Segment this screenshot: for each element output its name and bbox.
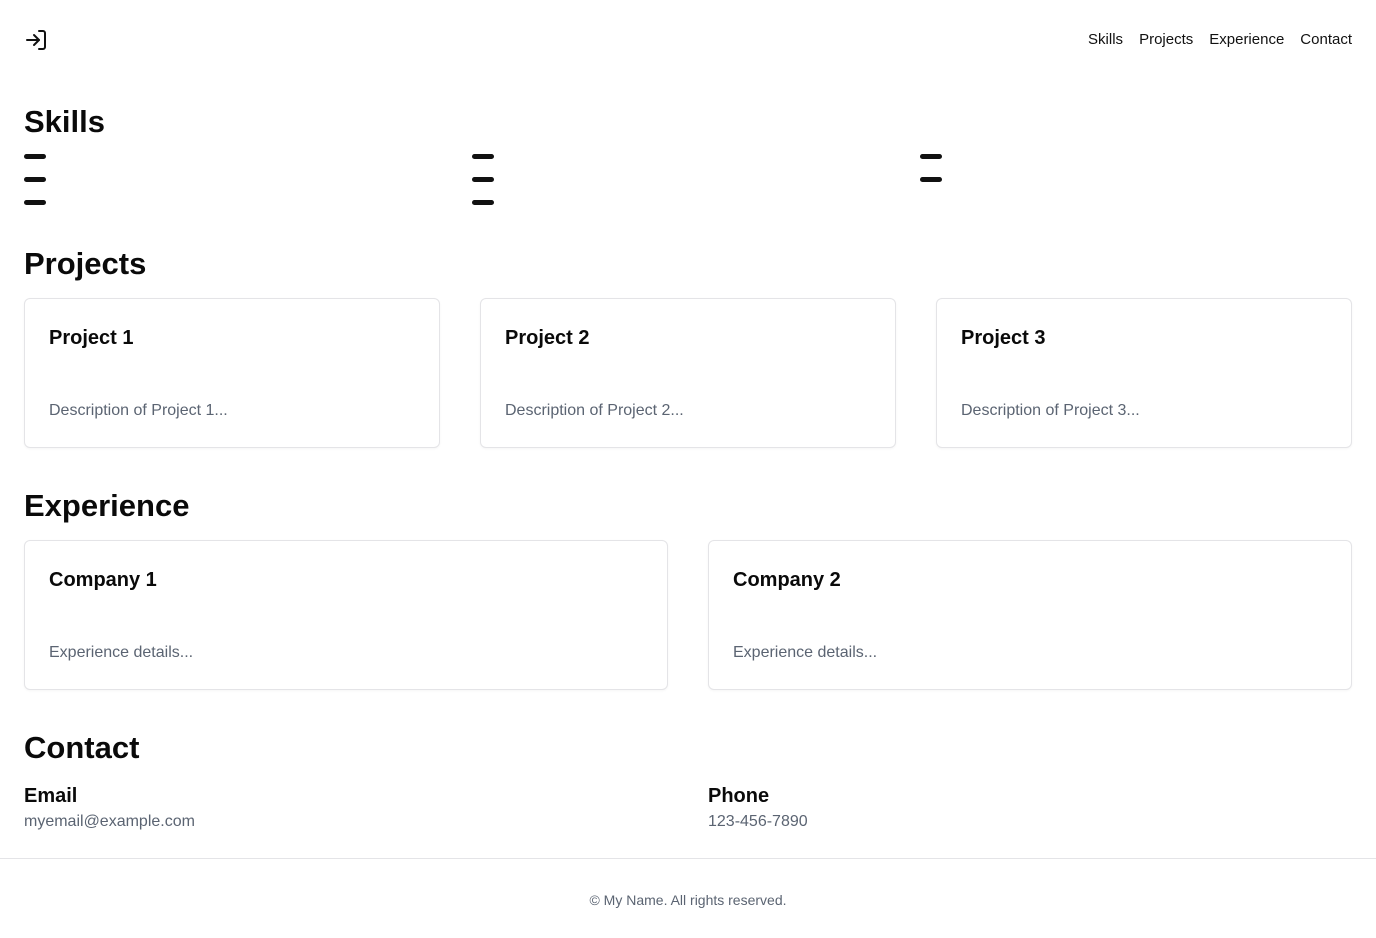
phone-label: Phone: [708, 785, 770, 807]
nav-link-contact[interactable]: Contact: [1300, 31, 1352, 49]
skill-placeholder-bar: [24, 177, 46, 182]
skill-placeholder-bar: [472, 200, 494, 205]
skill-placeholder-bar: [472, 154, 494, 159]
project-title: Project 1: [49, 327, 134, 349]
skill-placeholder-bar: [920, 154, 942, 159]
nav-link-experience[interactable]: Experience: [1209, 31, 1284, 49]
experience-heading: Experience: [24, 488, 190, 523]
login-arrow-icon[interactable]: [24, 28, 48, 52]
experience-description: Experience details...: [733, 644, 878, 661]
main-nav: Skills Projects Experience Contact: [1088, 31, 1352, 49]
contact-heading: Contact: [24, 730, 140, 765]
project-description: Description of Project 1...: [49, 402, 228, 419]
project-card-2[interactable]: Project 2 Description of Project 2...: [480, 298, 896, 448]
email-label: Email: [24, 785, 78, 807]
skills-heading: Skills: [24, 104, 105, 139]
company-title: Company 1: [49, 569, 157, 591]
skill-placeholder-bar: [472, 177, 494, 182]
nav-link-skills[interactable]: Skills: [1088, 31, 1123, 49]
experience-card-1[interactable]: Company 1 Experience details...: [24, 540, 668, 690]
site-footer: © My Name. All rights reserved.: [0, 858, 1376, 938]
email-link[interactable]: myemail@example.com: [24, 812, 195, 832]
copyright-text: © My Name. All rights reserved.: [589, 892, 787, 908]
phone-link[interactable]: 123-456-7890: [708, 812, 808, 832]
nav-link-projects[interactable]: Projects: [1139, 31, 1193, 49]
skill-column-1: [24, 154, 46, 223]
site-header: Skills Projects Experience Contact: [0, 0, 1376, 80]
skill-placeholder-bar: [24, 200, 46, 205]
project-title: Project 3: [961, 327, 1046, 349]
skill-placeholder-bar: [24, 154, 46, 159]
experience-description: Experience details...: [49, 644, 194, 661]
skill-placeholder-bar: [920, 177, 942, 182]
project-description: Description of Project 2...: [505, 402, 684, 419]
skill-column-2: [472, 154, 494, 223]
projects-heading: Projects: [24, 246, 147, 281]
company-title: Company 2: [733, 569, 841, 591]
skill-column-3: [920, 154, 942, 200]
project-description: Description of Project 3...: [961, 402, 1140, 419]
project-card-3[interactable]: Project 3 Description of Project 3...: [936, 298, 1352, 448]
experience-card-2[interactable]: Company 2 Experience details...: [708, 540, 1352, 690]
project-card-1[interactable]: Project 1 Description of Project 1...: [24, 298, 440, 448]
project-title: Project 2: [505, 327, 590, 349]
